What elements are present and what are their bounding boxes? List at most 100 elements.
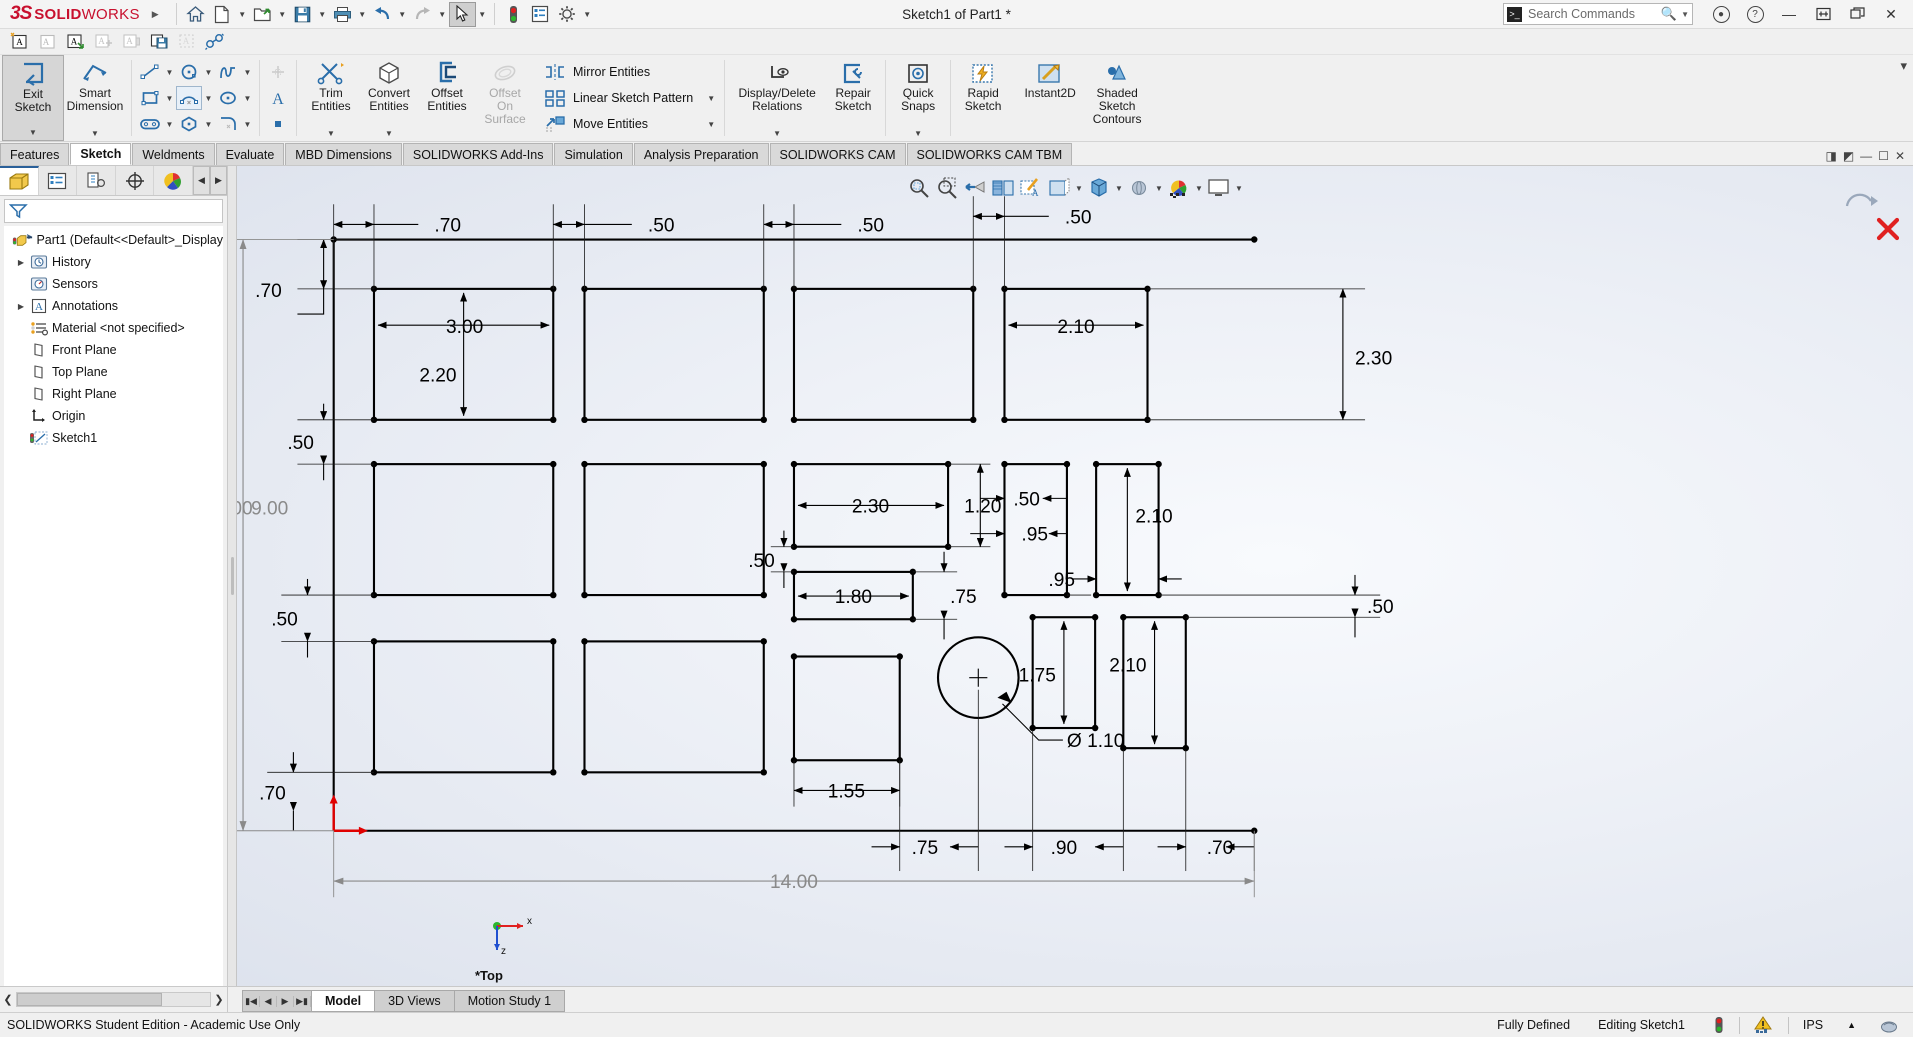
search-input[interactable]: Search Commands [1528, 7, 1657, 21]
feature-tree-tab[interactable] [0, 166, 39, 195]
edit-appearance-dropdown[interactable]: ▼ [1154, 175, 1164, 201]
polygon-tool-button[interactable] [176, 112, 202, 136]
shaded-sketch-contours-button[interactable]: Shaded Sketch Contours [1088, 55, 1146, 141]
select-button[interactable] [448, 1, 476, 27]
dim-230-mid[interactable]: 2.30 [797, 496, 945, 517]
rapid-sketch-button[interactable]: Rapid Sketch [954, 55, 1012, 141]
feature-manager-next-button[interactable]: ▶ [210, 166, 227, 195]
tab-solidworks-cam[interactable]: SOLIDWORKS CAM [769, 143, 906, 165]
dim-overall-height-900[interactable]: 9.00 9.00 [237, 239, 334, 832]
undo-button[interactable] [369, 2, 396, 27]
rebuild-indicator[interactable] [1699, 1016, 1739, 1034]
view-settings-dropdown[interactable]: ▼ [1234, 175, 1244, 201]
property-manager-tab[interactable] [39, 166, 78, 195]
options-list-button[interactable] [527, 2, 554, 27]
dim-top-50b[interactable]: .50 [763, 204, 884, 289]
edit-appearance-button[interactable] [1126, 175, 1152, 201]
new-sketch-icon[interactable]: A [6, 31, 32, 53]
search-dropdown-icon[interactable]: ▼ [1681, 10, 1689, 19]
tile-left-icon[interactable]: ◨ [1825, 149, 1836, 163]
restore-button[interactable] [1807, 2, 1839, 27]
circle-tool-dropdown[interactable]: ▼ [202, 60, 215, 84]
zoom-to-area-button[interactable] [934, 175, 960, 201]
graphics-area[interactable]: A ▼ ▼ ▼ ▼ ▼ x z *Top .70 .50 .50 .50 .70… [237, 166, 1913, 986]
tab-solidworks-add-ins[interactable]: SOLIDWORKS Add-Ins [402, 143, 554, 165]
quick-snaps-button[interactable]: Quick Snaps ▼ [889, 55, 947, 141]
display-manager-tab[interactable] [154, 166, 193, 195]
close-document-button[interactable] [1841, 2, 1873, 27]
first-tab-button[interactable]: ▮◀ [243, 995, 260, 1007]
dim-left-70-top[interactable]: .70 [255, 239, 374, 315]
dim-top-50a[interactable]: .50 [552, 204, 675, 289]
rectangle-tool-button[interactable] [137, 86, 163, 110]
smart-dimension-button[interactable]: Smart Dimension ▼ [64, 55, 126, 141]
dim-left-50-a[interactable]: .50 [287, 403, 374, 481]
redo-dropdown[interactable]: ▼ [436, 2, 449, 27]
minimize-button[interactable]: — [1773, 2, 1805, 27]
tree-item-part1[interactable]: Part1 (Default<<Default>_Display [4, 229, 223, 251]
panel-resize-handle[interactable] [228, 166, 237, 986]
prev-tab-button[interactable]: ◀ [260, 995, 277, 1007]
options-button[interactable] [554, 2, 581, 27]
tree-item-material[interactable]: Material <not specified> [4, 317, 223, 339]
undo-dropdown[interactable]: ▼ [396, 2, 409, 27]
doc-restore-icon[interactable]: ☐ [1878, 149, 1889, 163]
dim-210-top[interactable]: 2.10 [1008, 317, 1144, 338]
centerline-tool-button[interactable] [265, 112, 291, 136]
hide-show-items-dropdown[interactable]: ▼ [1114, 175, 1124, 201]
dim-210-narrow[interactable]: 2.10 [1123, 467, 1173, 592]
tab-solidworks-cam-tbm[interactable]: SOLIDWORKS CAM TBM [906, 143, 1073, 165]
zoom-to-fit-button[interactable] [906, 175, 932, 201]
feature-tree-scrollbar[interactable]: ❮ ❯ [0, 987, 228, 1012]
dim-155[interactable]: 1.55 [793, 760, 901, 807]
home-button[interactable] [182, 2, 209, 27]
trim-entities-button[interactable]: Trim Entities ▼ [302, 55, 360, 141]
tree-item-annotations[interactable]: ▶ A Annotations [4, 295, 223, 317]
custom-status-icon[interactable] [1866, 1017, 1913, 1034]
tab-evaluate[interactable]: Evaluate [215, 143, 285, 165]
move-entities-dropdown[interactable]: ▼ [693, 120, 715, 129]
dim-diameter-110[interactable]: Ø 1.10 [997, 691, 1124, 752]
dimxpert-tab[interactable] [116, 166, 155, 195]
open-dropdown[interactable]: ▼ [276, 2, 289, 27]
scroll-left-arrow[interactable]: ❮ [0, 993, 16, 1006]
new-document-dropdown[interactable]: ▼ [236, 2, 249, 27]
no-fill-sketch-icon[interactable]: A [174, 31, 200, 53]
next-tab-button[interactable]: ▶ [277, 995, 294, 1007]
tab-mbd-dimensions[interactable]: MBD Dimensions [285, 143, 402, 165]
tree-item-history[interactable]: ▶ History [4, 251, 223, 273]
smart-dimension-dropdown[interactable]: ▼ [91, 129, 99, 141]
spline-tool-button[interactable] [215, 60, 241, 84]
scroll-track[interactable] [16, 992, 211, 1007]
dim-175[interactable]: 1.75 [1019, 620, 1068, 725]
rect-155-square[interactable] [790, 653, 903, 764]
dim-120[interactable]: 1.20 [948, 463, 1001, 548]
slot-tool-button[interactable] [137, 112, 163, 136]
line-tool-dropdown[interactable]: ▼ [163, 60, 176, 84]
dim-bottom-75[interactable]: .75 [871, 689, 979, 872]
apply-scene-dropdown[interactable]: ▼ [1194, 175, 1204, 201]
display-delete-relations-dropdown[interactable]: ▼ [773, 129, 781, 141]
repair-sketch-button[interactable]: Repair Sketch [824, 55, 882, 141]
add-sketch-icon[interactable]: A [90, 31, 116, 53]
sketch-plane-icon[interactable]: A [62, 31, 88, 53]
dim-050-mid[interactable]: .50 [748, 530, 794, 589]
dim-right-230[interactable]: 2.30 [1147, 288, 1393, 421]
trim-entities-dropdown[interactable]: ▼ [327, 129, 335, 141]
units-caret-icon[interactable]: ▲ [1837, 1020, 1866, 1030]
dim-overall-width-1400[interactable]: 14.00 [333, 830, 1255, 898]
rect-r2c1[interactable] [370, 460, 557, 599]
quick-snaps-dropdown[interactable]: ▼ [914, 129, 922, 141]
ellipse-tool-button[interactable] [215, 86, 241, 110]
configuration-manager-tab[interactable] [77, 166, 116, 195]
tree-item-origin[interactable]: Origin [4, 405, 223, 427]
feature-tree[interactable]: Part1 (Default<<Default>_Display ▶ Histo… [4, 226, 223, 986]
tree-expand-icon[interactable]: ▶ [14, 258, 28, 267]
rect-r1c4[interactable] [1001, 285, 1151, 424]
spline-tool-dropdown[interactable]: ▼ [241, 60, 254, 84]
save-dropdown[interactable]: ▼ [316, 2, 329, 27]
offset-entities-button[interactable]: Offset Entities [418, 55, 476, 141]
move-entities-item[interactable]: Move Entities ▼ [540, 111, 717, 137]
tab-weldments[interactable]: Weldments [132, 143, 215, 165]
doc-close-icon[interactable]: ✕ [1895, 149, 1905, 163]
